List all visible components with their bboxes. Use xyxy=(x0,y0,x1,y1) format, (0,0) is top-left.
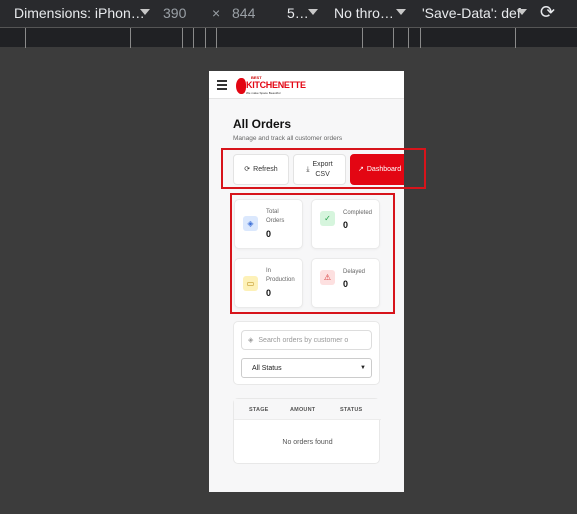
filter-card: ◈ Search orders by customer o All Status… xyxy=(233,321,380,385)
chevron-down-icon: ▼ xyxy=(360,365,366,371)
logo-main-text: KITCHENETTE xyxy=(246,80,306,90)
status-select[interactable]: All Status ▼ xyxy=(241,358,372,378)
brand-logo[interactable]: BEST KITCHENETTE We make Space Beautiful xyxy=(236,75,306,97)
media-query-ruler xyxy=(0,27,577,48)
search-input[interactable]: ◈ Search orders by customer o xyxy=(241,330,372,350)
logo-mark-icon xyxy=(236,78,246,94)
dimension-times-label: × xyxy=(212,5,221,21)
box-search-icon: ◈ xyxy=(248,336,254,344)
save-data-caret-icon[interactable] xyxy=(517,9,527,15)
device-dropdown[interactable]: Dimensions: iPhon… xyxy=(14,5,145,21)
viewport-width-input[interactable]: 390 xyxy=(163,5,186,21)
highlight-box-stats xyxy=(230,193,395,314)
column-header-amount[interactable]: AMOUNT xyxy=(290,407,315,413)
search-placeholder: Search orders by customer o xyxy=(258,336,349,344)
devtools-device-toolbar: Dimensions: iPhon… 390 × 844 5… No thro…… xyxy=(0,0,577,27)
column-header-stage[interactable]: STAGE xyxy=(249,407,269,413)
hamburger-menu-icon[interactable] xyxy=(217,80,227,90)
throttle-caret-icon[interactable] xyxy=(396,9,406,15)
page-subtitle: Manage and track all customer orders xyxy=(233,135,343,142)
throttle-dropdown[interactable]: No thro… xyxy=(334,5,394,21)
empty-state-text: No orders found xyxy=(282,439,333,446)
status-selected-value: All Status xyxy=(252,364,282,372)
highlight-box-actions xyxy=(221,148,426,189)
table-header: STAGE AMOUNT STATUS xyxy=(234,399,381,420)
page-title: All Orders xyxy=(233,117,292,131)
app-header: BEST KITCHENETTE We make Space Beautiful xyxy=(209,71,404,99)
zoom-caret-icon[interactable] xyxy=(308,9,318,15)
zoom-dropdown[interactable]: 5… xyxy=(287,5,309,21)
orders-table: STAGE AMOUNT STATUS No orders found xyxy=(233,398,381,464)
viewport-height-input[interactable]: 844 xyxy=(232,5,255,21)
rotate-icon[interactable]: ⟳ xyxy=(540,2,555,23)
logo-tagline: We make Space Beautiful xyxy=(246,91,281,95)
save-data-dropdown[interactable]: 'Save-Data': def xyxy=(422,5,521,21)
device-caret-icon[interactable] xyxy=(140,9,150,15)
column-header-status[interactable]: STATUS xyxy=(340,407,362,413)
